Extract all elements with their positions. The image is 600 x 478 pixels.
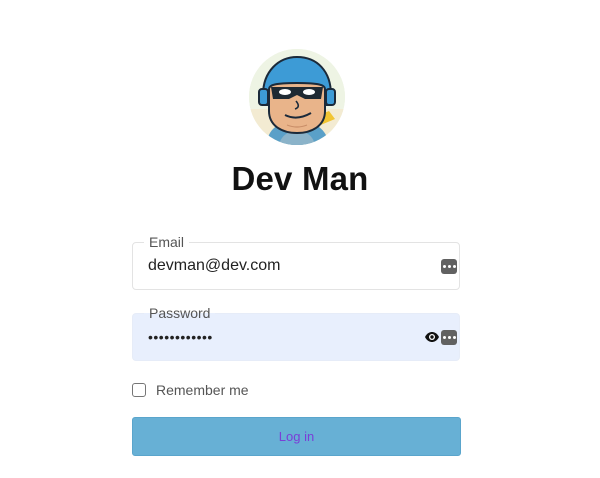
remember-me[interactable]: Remember me bbox=[132, 381, 249, 399]
password-manager-icon[interactable] bbox=[441, 259, 457, 274]
password-manager-icon[interactable] bbox=[441, 330, 457, 345]
avatar bbox=[249, 49, 345, 145]
superhero-avatar-icon bbox=[249, 49, 345, 145]
remember-me-label[interactable]: Remember me bbox=[156, 382, 249, 398]
password-field[interactable]: Password •••••••••••• bbox=[132, 305, 460, 361]
login-page: Dev Man Email Password •••••••••••• Reme… bbox=[0, 0, 600, 478]
remember-me-checkbox[interactable] bbox=[132, 383, 146, 397]
eye-icon[interactable] bbox=[424, 331, 440, 343]
email-input[interactable] bbox=[148, 243, 418, 289]
password-input[interactable]: •••••••••••• bbox=[148, 314, 418, 360]
profile-name: Dev Man bbox=[231, 160, 369, 197]
email-field[interactable]: Email bbox=[132, 234, 460, 290]
login-button[interactable]: Log in bbox=[132, 417, 461, 456]
